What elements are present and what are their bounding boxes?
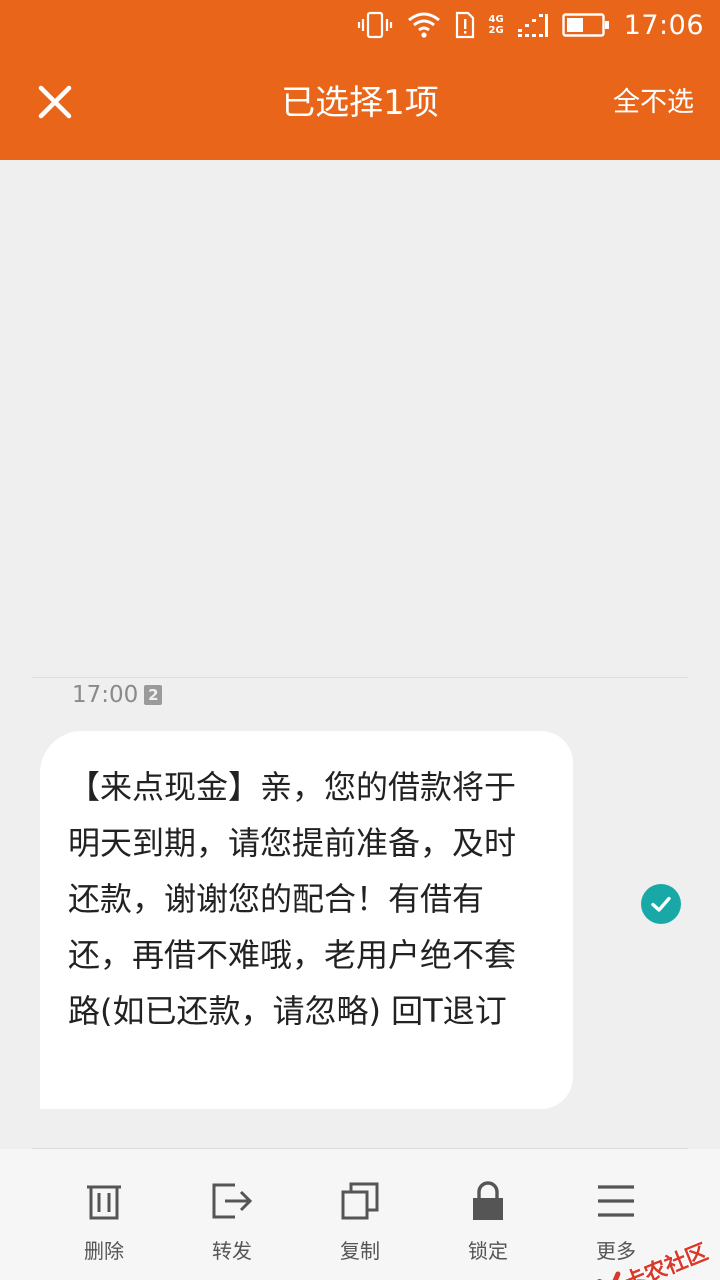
close-button[interactable] — [30, 77, 80, 127]
check-icon — [651, 896, 671, 912]
forward-icon — [212, 1183, 253, 1219]
bottom-toolbar: 删除 转发 复制 锁定 更多 卡农社区 — [0, 1149, 720, 1280]
message-time: 17:00 — [72, 682, 139, 708]
lock-icon — [473, 1181, 503, 1220]
lock-button[interactable]: 锁定 — [424, 1149, 552, 1280]
lock-label: 锁定 — [468, 1239, 508, 1263]
trash-icon — [87, 1185, 121, 1220]
close-icon — [38, 85, 72, 119]
copy-icon — [341, 1182, 379, 1220]
battery-icon — [561, 13, 609, 37]
selection-header: 已选择1项 全不选 — [0, 50, 720, 160]
message-bubble[interactable]: 【来点现金】亲，您的借款将于明天到期，请您提前准备，及时还款，谢谢您的配合！有借… — [40, 731, 573, 1109]
wifi-icon — [407, 12, 440, 38]
message-selected-checkbox[interactable] — [641, 884, 681, 924]
forward-label: 转发 — [212, 1239, 252, 1263]
status-bar: 4G 2G 17:06 — [0, 0, 720, 50]
deselect-all-button[interactable]: 全不选 — [613, 50, 694, 160]
sim-slot-badge: 2 — [144, 685, 163, 705]
delete-label: 删除 — [84, 1239, 124, 1263]
sim-alert-icon — [455, 11, 474, 39]
network-type-top: 4G — [488, 14, 504, 25]
selection-count-title: 已选择1项 — [281, 83, 439, 123]
vibrate-icon — [357, 11, 392, 39]
sms-selection-screen: 4G 2G 17:06 已选择1项 全不选 17:00 2 【来点现金】亲，您的… — [0, 0, 720, 1280]
delete-button[interactable]: 删除 — [40, 1149, 168, 1280]
message-meta: 17:00 2 — [72, 680, 163, 710]
status-icons: 4G 2G 17:06 — [357, 0, 704, 50]
status-time: 17:06 — [623, 9, 704, 41]
copy-label: 复制 — [340, 1239, 380, 1263]
network-type: 4G 2G — [489, 14, 504, 36]
network-type-bottom: 2G — [488, 25, 504, 36]
copy-button[interactable]: 复制 — [296, 1149, 424, 1280]
message-divider-top — [32, 677, 688, 678]
signal-icon — [517, 14, 548, 37]
menu-icon — [598, 1185, 634, 1217]
more-label: 更多 — [596, 1239, 636, 1263]
message-text: 【来点现金】亲，您的借款将于明天到期，请您提前准备，及时还款，谢谢您的配合！有借… — [68, 768, 517, 1030]
forward-button[interactable]: 转发 — [168, 1149, 296, 1280]
